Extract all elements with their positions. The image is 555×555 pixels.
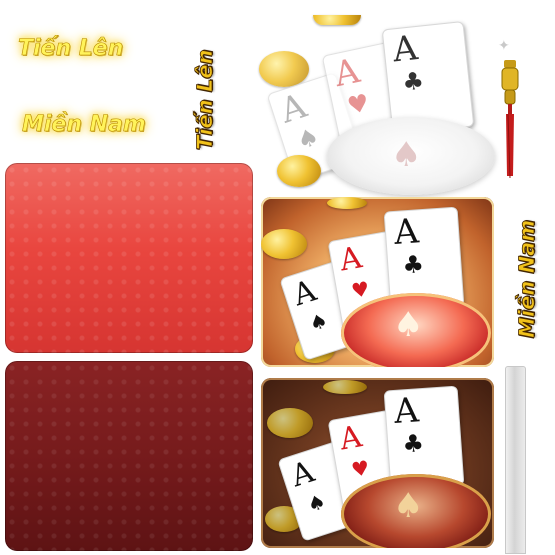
felt-panel-dark-red[interactable] (5, 361, 253, 551)
sparkle-icon: ✦ (498, 38, 510, 54)
coin-icon (261, 229, 307, 259)
game-tile-mien-nam-dark[interactable]: A ♠ A ♥ A ♣ ♠ (261, 378, 494, 548)
card-fan-faded: A ♠ A ♥ A ♣ ♠ (255, 15, 520, 200)
title-mien-nam-vertical: Miền Nam (515, 219, 540, 338)
spade-chip-icon: ♠ (341, 474, 491, 548)
coin-icon (313, 15, 361, 25)
coin-icon (267, 408, 313, 438)
felt-panel-red[interactable] (5, 163, 253, 353)
coin-icon (323, 380, 367, 394)
tassel-icon (501, 60, 519, 179)
title-tien-len-vertical: Tiến Lên (193, 49, 218, 150)
spade-chip-icon: ♠ (327, 117, 495, 195)
title-mien-nam: Miền Nam (22, 112, 146, 138)
spade-chip-icon: ♠ (341, 293, 491, 367)
vertical-scrollbar[interactable] (505, 366, 526, 554)
coin-icon (277, 155, 321, 187)
coin-icon (327, 197, 367, 209)
game-tile-mien-nam-bright[interactable]: A ♠ A ♥ A ♣ ♠ (261, 197, 494, 367)
title-tien-len: Tiến Lên (18, 36, 124, 62)
coin-icon (259, 51, 309, 87)
